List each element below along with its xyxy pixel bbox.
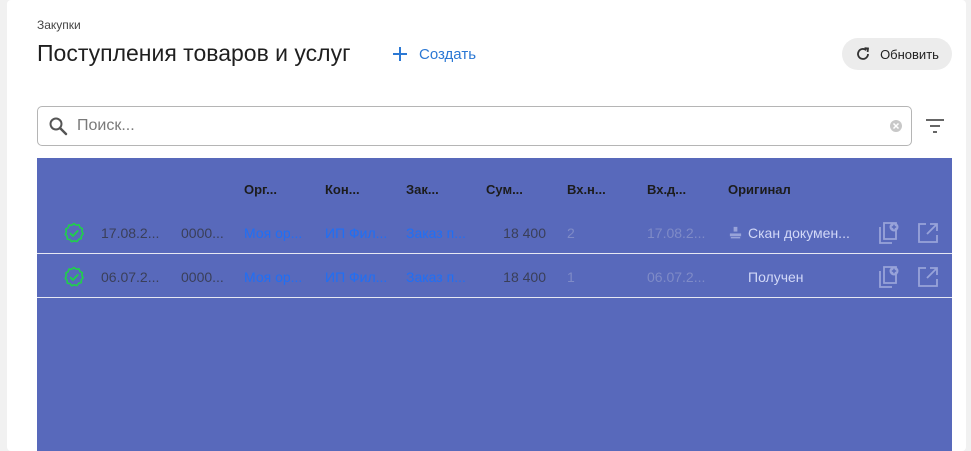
original-cell[interactable]: Скан докумен... bbox=[748, 211, 858, 254]
posted-check-icon bbox=[64, 266, 84, 287]
stamp-icon bbox=[729, 226, 742, 239]
search-box[interactable] bbox=[37, 106, 912, 146]
column-header-in-date[interactable]: Вх.д... bbox=[647, 182, 686, 197]
copy-action-cell bbox=[877, 211, 903, 254]
documents-table: Орг... Кон... Зак... Сум... Вх.н... Вх.д… bbox=[37, 158, 952, 451]
create-button[interactable]: Создать bbox=[391, 42, 476, 66]
create-button-label: Создать bbox=[419, 45, 477, 63]
order-link[interactable]: Заказ п... bbox=[406, 211, 478, 254]
main-card: Закупки Поступления товаров и услуг Созд… bbox=[7, 0, 966, 451]
posted-check-icon bbox=[64, 222, 84, 243]
column-header-in-number[interactable]: Вх.н... bbox=[567, 182, 606, 197]
status-cell bbox=[63, 255, 87, 298]
refresh-icon bbox=[857, 47, 870, 60]
open-external-icon[interactable] bbox=[916, 221, 940, 245]
number-cell: 0000... bbox=[181, 268, 224, 285]
refresh-button-label: Обновить bbox=[880, 46, 939, 62]
in-date-cell: 06.07.2... bbox=[647, 268, 706, 285]
original-icon-cell bbox=[728, 211, 746, 254]
sum-cell: 18 400 bbox=[503, 224, 546, 241]
organization-link[interactable]: Моя ор... bbox=[244, 211, 316, 254]
date-cell: 17.08.2... bbox=[101, 224, 160, 241]
column-header-counterparty[interactable]: Кон... bbox=[325, 182, 360, 197]
open-external-icon[interactable] bbox=[916, 265, 940, 289]
column-header-organization[interactable]: Орг... bbox=[244, 182, 277, 197]
clear-icon[interactable] bbox=[889, 119, 903, 133]
column-header-sum[interactable]: Сум... bbox=[486, 182, 523, 197]
sum-cell: 18 400 bbox=[503, 268, 546, 285]
column-header-order[interactable]: Зак... bbox=[406, 182, 439, 197]
order-link[interactable]: Заказ п... bbox=[406, 255, 478, 298]
refresh-button[interactable]: Обновить bbox=[842, 38, 952, 70]
table-row[interactable]: 17.08.2... 0000... Моя ор... ИП Фил... З… bbox=[37, 211, 952, 254]
in-number-cell: 2 bbox=[567, 224, 575, 241]
search-input[interactable] bbox=[77, 117, 889, 135]
counterparty-link[interactable]: ИП Фил... bbox=[325, 255, 397, 298]
counterparty-link[interactable]: ИП Фил... bbox=[325, 211, 397, 254]
column-header-original[interactable]: Оригинал bbox=[728, 182, 791, 197]
copy-action-cell bbox=[877, 255, 903, 298]
table-row[interactable]: 06.07.2... 0000... Моя ор... ИП Фил... З… bbox=[37, 255, 952, 298]
in-date-cell: 17.08.2... bbox=[647, 224, 706, 241]
original-cell[interactable]: Получен bbox=[748, 255, 858, 298]
open-action-cell bbox=[916, 255, 942, 298]
plus-icon bbox=[393, 47, 407, 61]
number-cell: 0000... bbox=[181, 224, 224, 241]
status-cell bbox=[63, 211, 87, 254]
copy-add-icon[interactable] bbox=[877, 265, 901, 289]
breadcrumb[interactable]: Закупки bbox=[37, 18, 81, 32]
filter-button[interactable] bbox=[922, 114, 948, 138]
search-icon bbox=[49, 117, 68, 136]
organization-link[interactable]: Моя ор... bbox=[244, 255, 316, 298]
in-number-cell: 1 bbox=[567, 268, 575, 285]
copy-add-icon[interactable] bbox=[877, 221, 901, 245]
filter-icon bbox=[926, 119, 944, 133]
date-cell: 06.07.2... bbox=[101, 268, 160, 285]
open-action-cell bbox=[916, 211, 942, 254]
page-title: Поступления товаров и услуг bbox=[37, 40, 351, 66]
